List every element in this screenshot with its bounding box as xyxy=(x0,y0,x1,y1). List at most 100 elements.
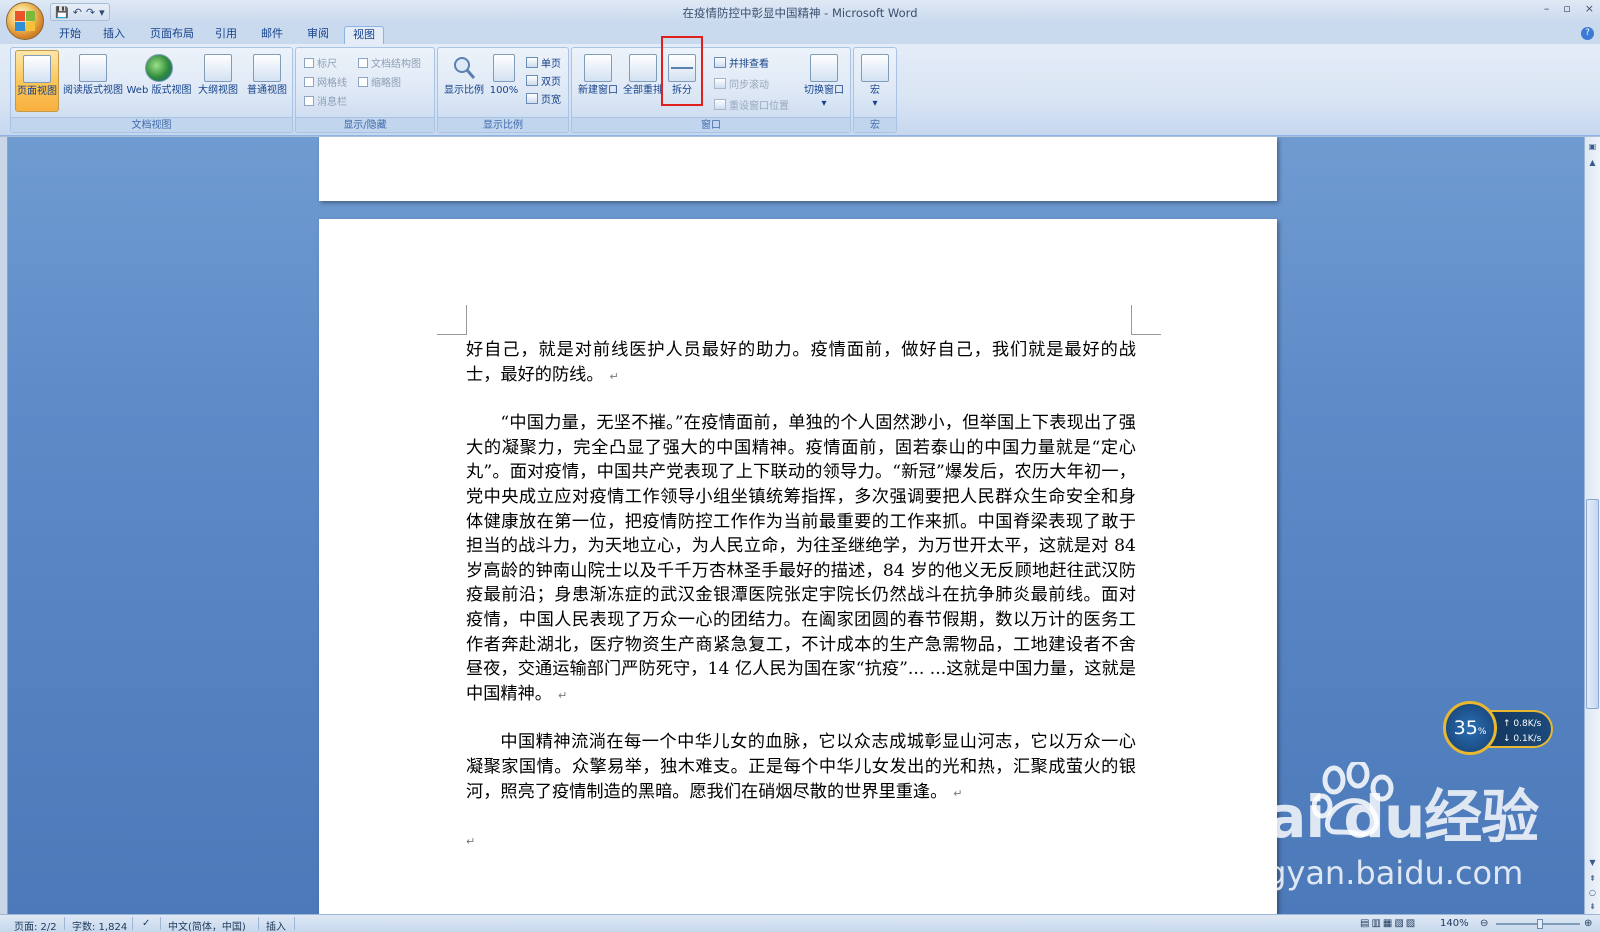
upload-speed: ↑ 0.8K/s xyxy=(1503,719,1542,729)
arrange-all-icon xyxy=(629,54,657,82)
close-button[interactable]: × xyxy=(1585,2,1594,15)
ruler-checkbox[interactable]: 标尺 xyxy=(304,55,337,70)
zoom-100-button[interactable]: 100% xyxy=(488,50,520,112)
download-speed: ↓ 0.1K/s xyxy=(1503,734,1542,744)
group-label: 窗口 xyxy=(572,117,850,132)
doc-map-checkbox[interactable]: 文档结构图 xyxy=(358,55,421,70)
minimize-button[interactable]: – xyxy=(1544,2,1550,15)
ruler-toggle-icon[interactable]: ▣ xyxy=(1587,141,1598,152)
side-by-side-button[interactable]: 并排查看 xyxy=(714,55,769,70)
switch-windows-icon xyxy=(810,54,838,82)
browse-object-icon[interactable]: ○ xyxy=(1587,887,1598,898)
previous-page-icon[interactable]: ⇞ xyxy=(1587,873,1598,884)
empty-paragraph: ↵ xyxy=(466,828,1136,855)
outline-view-button[interactable]: 大纲视图 xyxy=(195,50,241,112)
tab-insert[interactable]: 插入 xyxy=(96,26,132,44)
group-show-hide: 标尺 网格线 消息栏 文档结构图 缩略图 显示/隐藏 xyxy=(295,47,435,133)
zoom-slider-thumb[interactable] xyxy=(1537,919,1543,929)
draft-icon xyxy=(253,54,281,82)
globe-icon xyxy=(145,54,173,82)
new-window-icon xyxy=(584,54,612,82)
scroll-up-arrow-icon[interactable]: ▲ xyxy=(1587,157,1598,168)
draft-view-button[interactable]: 普通视图 xyxy=(243,50,291,112)
paragraph-mark: ↵ xyxy=(466,835,476,849)
sync-scroll-button[interactable]: 同步滚动 xyxy=(714,76,769,91)
next-page-icon[interactable]: ⇟ xyxy=(1587,901,1598,912)
book-icon xyxy=(79,54,107,82)
split-highlight-box xyxy=(661,36,703,106)
web-view-button[interactable]: Web 版式视图 xyxy=(126,50,192,112)
magnifier-icon xyxy=(450,54,478,82)
sync-scroll-icon xyxy=(714,78,726,89)
reading-view-button[interactable]: 阅读版式视图 xyxy=(63,50,123,112)
reset-window-position-button[interactable]: 重设窗口位置 xyxy=(714,97,789,112)
crop-mark-top-right xyxy=(1131,305,1161,335)
word-count[interactable]: 字数: 1,824 xyxy=(72,918,127,932)
group-zoom: 显示比例 100% 单页 双页 页宽 显示比例 xyxy=(437,47,569,133)
arrange-all-button[interactable]: 全部重排 xyxy=(622,50,664,112)
page-view-icon xyxy=(23,55,51,83)
one-page-button[interactable]: 单页 xyxy=(526,55,561,70)
language-indicator[interactable]: 中文(简体，中国) xyxy=(168,918,246,932)
switch-windows-button[interactable]: 切换窗口 ▾ xyxy=(800,50,848,112)
group-label: 显示/隐藏 xyxy=(296,117,434,132)
group-document-views: 页面视图 阅读版式视图 Web 版式视图 大纲视图 普通视图 文档视图 xyxy=(10,47,293,133)
side-by-side-icon xyxy=(714,57,726,68)
ribbon-tabs: 开始 插入 页面布局 引用 邮件 审阅 视图 ? xyxy=(0,24,1600,44)
cpu-gauge: 35% xyxy=(1443,701,1497,755)
ribbon: 页面视图 阅读版式视图 Web 版式视图 大纲视图 普通视图 文档视图 标尺 网… xyxy=(0,36,1600,136)
outline-icon xyxy=(204,54,232,82)
paragraph-mark: ↵ xyxy=(557,688,568,702)
group-label: 文档视图 xyxy=(11,117,292,132)
page-count[interactable]: 页面: 2/2 xyxy=(14,918,57,932)
gridlines-checkbox[interactable]: 网格线 xyxy=(304,74,347,89)
tab-references[interactable]: 引用 xyxy=(208,26,244,44)
tab-home[interactable]: 开始 xyxy=(52,26,88,44)
restore-button[interactable]: ▫ xyxy=(1563,2,1570,15)
macro-icon xyxy=(861,54,889,82)
previous-page-bottom xyxy=(319,137,1277,201)
message-bar-checkbox[interactable]: 消息栏 xyxy=(304,93,347,108)
reset-position-icon xyxy=(714,99,726,110)
status-bar: 页面: 2/2 字数: 1,824 ✓ 中文(简体，中国) 插入 ▤▥▦▧▨ 1… xyxy=(0,914,1600,932)
vertical-scrollbar[interactable]: ▣ ▲ ▼ ⇞ ○ ⇟ xyxy=(1584,137,1600,914)
zoom-level[interactable]: 140% xyxy=(1440,918,1469,929)
one-page-icon xyxy=(526,57,538,68)
paragraph: “中国力量，无坚不摧。”在疫情面前，单独的个人固然渺小，但举国上下表现出了强大的… xyxy=(466,413,1136,704)
zoom-in-icon[interactable]: ⊕ xyxy=(1584,918,1592,929)
document-body[interactable]: 好自己，就是对前线医护人员最好的助力。疫情面前，做好自己，我们就是最好的战士，最… xyxy=(466,338,1136,877)
tab-review[interactable]: 审阅 xyxy=(300,26,336,44)
window-controls: – ▫ × xyxy=(1544,2,1594,15)
two-pages-icon xyxy=(526,75,538,86)
scroll-down-arrow-icon[interactable]: ▼ xyxy=(1587,857,1598,868)
left-ruler-edge xyxy=(0,137,8,914)
tab-mailings[interactable]: 邮件 xyxy=(254,26,290,44)
group-macros: 宏 ▾ 宏 xyxy=(853,47,897,133)
tab-view[interactable]: 视图 xyxy=(344,26,384,44)
two-pages-button[interactable]: 双页 xyxy=(526,73,561,88)
title-bar: 💾 ↶ ↷ ▾ 在疫情防控中彰显中国精神 - Microsoft Word – … xyxy=(0,0,1600,40)
paragraph: 好自己，就是对前线医护人员最好的助力。疫情面前，做好自己，我们就是最好的战士，最… xyxy=(466,340,1136,385)
thumbnails-checkbox[interactable]: 缩略图 xyxy=(358,74,401,89)
view-shortcuts[interactable]: ▤▥▦▧▨ xyxy=(1360,918,1417,929)
help-icon[interactable]: ? xyxy=(1581,27,1594,40)
insert-mode-indicator[interactable]: 插入 xyxy=(266,918,286,932)
page-view-button[interactable]: 页面视图 xyxy=(15,50,59,112)
group-window: 新建窗口 全部重排 拆分 并排查看 同步滚动 重设窗口位置 切换窗口 ▾ 窗口 xyxy=(571,47,851,133)
office-logo-icon xyxy=(15,11,35,31)
new-window-button[interactable]: 新建窗口 xyxy=(575,50,621,112)
paragraph: 中国精神流淌在每一个中华儿女的血脉，它以众志成城彰显山河志，它以万众一心凝聚家国… xyxy=(466,732,1136,802)
group-label: 显示比例 xyxy=(438,117,568,132)
zoom-out-icon[interactable]: ⊖ xyxy=(1480,918,1488,929)
scrollbar-thumb[interactable] xyxy=(1586,499,1599,709)
tab-page-layout[interactable]: 页面布局 xyxy=(144,26,200,44)
network-speed-widget[interactable]: 35% ↑ 0.8K/s ↓ 0.1K/s xyxy=(1443,701,1553,755)
dropdown-arrow-icon: ▾ xyxy=(872,98,878,109)
macros-button[interactable]: 宏 ▾ xyxy=(858,50,892,112)
window-title: 在疫情防控中彰显中国精神 - Microsoft Word xyxy=(682,6,918,20)
page-width-button[interactable]: 页宽 xyxy=(526,91,561,106)
proofing-icon[interactable]: ✓ xyxy=(142,918,150,929)
zoom-button[interactable]: 显示比例 xyxy=(441,50,487,112)
page-width-icon xyxy=(526,93,538,104)
office-button[interactable] xyxy=(6,2,44,40)
